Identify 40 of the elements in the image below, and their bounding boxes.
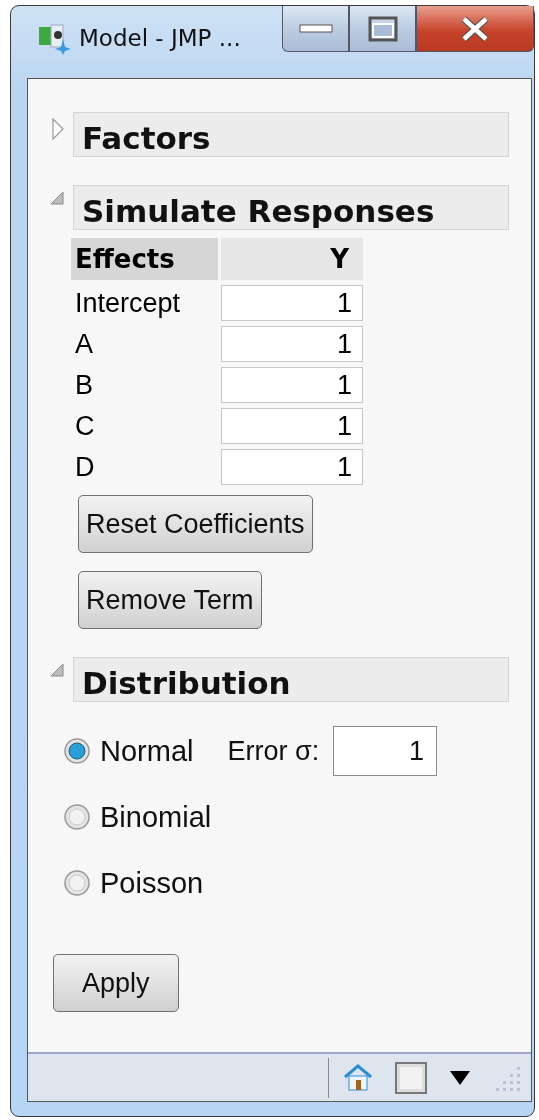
coefficient-field[interactable]: 1 — [221, 367, 363, 403]
radio-option[interactable]: Poisson — [64, 866, 204, 900]
error-field[interactable]: 1 — [333, 726, 438, 776]
apply-button[interactable]: Apply — [53, 954, 179, 1012]
coefficient-field[interactable]: 1 — [221, 285, 363, 321]
coefficient-field[interactable]: 1 — [221, 326, 363, 362]
close-icon — [460, 15, 490, 42]
minimize-icon — [298, 23, 333, 34]
coefficient-field[interactable]: 1 — [221, 449, 363, 485]
coefficient-field[interactable]: 1 — [221, 408, 363, 444]
effect-name: B — [74, 368, 94, 402]
radio-option[interactable]: Binomial — [64, 800, 212, 834]
outline-header[interactable]: Factors — [73, 112, 509, 157]
app-icon — [37, 21, 71, 55]
column-header: Effects — [71, 238, 218, 280]
minimize-button[interactable] — [282, 6, 349, 52]
maximize-button[interactable] — [349, 6, 416, 52]
radio-option[interactable]: Normal — [64, 734, 194, 768]
radio-label: Normal — [100, 734, 194, 768]
window-title: Model - JMP ... — [79, 25, 241, 51]
outline-header[interactable]: Simulate Responses — [73, 185, 509, 230]
reset-coefficients-button[interactable]: Reset Coefficients — [78, 495, 313, 553]
radio-label: Poisson — [100, 866, 204, 900]
error-label: Error σ: — [227, 735, 320, 767]
outline-header[interactable]: Distribution — [73, 657, 509, 702]
column-header: Y — [221, 238, 363, 280]
dropdown-arrow-icon[interactable] — [449, 1068, 471, 1087]
effect-name: D — [74, 450, 96, 484]
maximize-icon — [367, 15, 398, 42]
home-icon[interactable] — [343, 1063, 373, 1092]
collapsed-triangle-icon[interactable] — [52, 118, 64, 140]
remove-term-button[interactable]: Remove Term — [78, 571, 262, 629]
close-button[interactable] — [416, 6, 534, 52]
effect-name: C — [74, 409, 96, 443]
expanded-triangle-icon[interactable] — [50, 663, 64, 677]
effect-name: Intercept — [74, 286, 182, 320]
effect-name: A — [74, 327, 94, 361]
radio-label: Binomial — [100, 800, 212, 834]
checkbox-icon[interactable] — [395, 1061, 427, 1094]
expanded-triangle-icon[interactable] — [50, 191, 64, 205]
